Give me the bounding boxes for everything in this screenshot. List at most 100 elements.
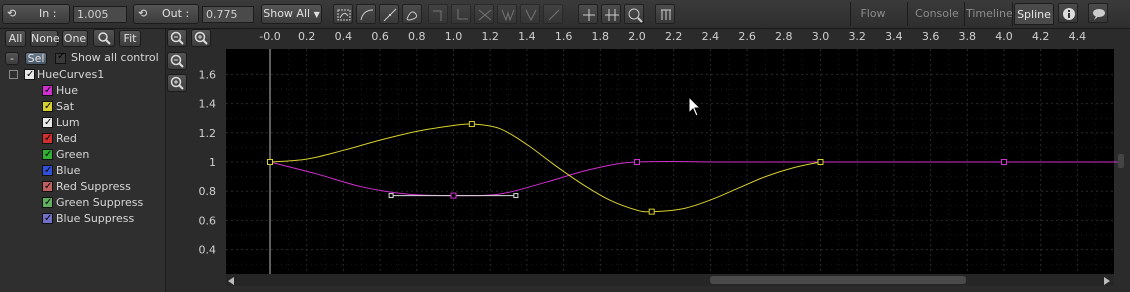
tree-item-label: Blue Suppress xyxy=(56,212,135,225)
out-value-field[interactable]: 0.775 xyxy=(202,6,254,23)
tree-item-label: Hue xyxy=(56,84,79,97)
shape-box-icon[interactable] xyxy=(520,4,540,24)
channel-checkbox[interactable] xyxy=(42,99,53,115)
add-point-icon[interactable] xyxy=(578,4,598,24)
rotate-icon: ⟲ xyxy=(7,7,17,20)
x-tick-label: 1.8 xyxy=(592,30,610,43)
spline-tree-panel: All None One Fit - Sel Show all control … xyxy=(0,29,166,292)
x-tick-label: 0.4 xyxy=(335,30,353,43)
step-out-icon[interactable] xyxy=(451,4,471,24)
x-tick-label: 2.4 xyxy=(702,30,720,43)
all-button[interactable]: All xyxy=(5,30,26,47)
channel-checkbox[interactable] xyxy=(42,179,53,195)
search-button[interactable] xyxy=(93,29,115,47)
sat-keyframe[interactable] xyxy=(267,159,273,165)
channel-checkbox[interactable] xyxy=(42,195,53,211)
follow-active-icon[interactable] xyxy=(655,4,675,24)
zoom-fit-icon[interactable] xyxy=(624,4,644,24)
tree-item-sat[interactable]: Sat xyxy=(0,99,166,115)
info-icon[interactable] xyxy=(1058,3,1078,23)
rotate-icon: ⟲ xyxy=(138,7,148,20)
tree-item-red[interactable]: Red xyxy=(0,131,166,147)
y-tick-label: 0.8 xyxy=(199,185,217,198)
channel-checkbox[interactable] xyxy=(42,131,53,147)
tab-console[interactable]: Console xyxy=(912,3,962,25)
x-tick-label: 4.4 xyxy=(1069,30,1087,43)
one-button[interactable]: One xyxy=(62,30,88,47)
hue-keyframe[interactable] xyxy=(1001,159,1007,165)
show-all-label: Show All xyxy=(263,7,311,20)
tree-item-label: Lum xyxy=(56,116,80,129)
reverse-icon[interactable] xyxy=(474,4,494,24)
x-tick-label: 0.2 xyxy=(298,30,316,43)
tab-flow[interactable]: Flow xyxy=(852,3,894,25)
vertical-scroll-handle[interactable] xyxy=(1118,154,1124,168)
x-tick-label: 3.8 xyxy=(959,30,977,43)
hue-keyframe[interactable] xyxy=(634,159,640,165)
chat-icon[interactable] xyxy=(1088,3,1108,23)
zoom-out-x-button[interactable] xyxy=(167,29,187,47)
align-icon[interactable] xyxy=(601,4,621,24)
x-tick-label: 1.4 xyxy=(518,30,536,43)
sat-keyframe[interactable] xyxy=(817,159,824,165)
channel-checkbox[interactable] xyxy=(42,83,53,99)
tree-item-green[interactable]: Green xyxy=(0,147,166,163)
x-tick-label: 3.4 xyxy=(885,30,903,43)
tree-item-label: Sat xyxy=(56,100,75,113)
time-stretch-icon[interactable] xyxy=(497,4,517,24)
root-checkbox[interactable] xyxy=(24,67,35,83)
x-tick-label: 4.2 xyxy=(1032,30,1050,43)
none-button[interactable]: None xyxy=(30,30,60,47)
set-value-icon[interactable] xyxy=(543,4,563,24)
select-keys-icon[interactable] xyxy=(333,4,353,24)
horizontal-scrollbar[interactable] xyxy=(226,274,1114,286)
in-value-field[interactable]: 1.005 xyxy=(73,6,127,23)
zoom-in-y-button[interactable] xyxy=(167,74,187,92)
channel-checkbox[interactable] xyxy=(42,147,53,163)
out-button[interactable]: ⟲ Out : xyxy=(133,4,199,24)
expand-toggle-icon[interactable] xyxy=(9,70,18,79)
x-tick-label: 1.2 xyxy=(481,30,499,43)
tree-item-hue[interactable]: Hue xyxy=(0,83,166,99)
zoom-out-y-button[interactable] xyxy=(167,52,187,70)
tree-item-red-suppress[interactable]: Red Suppress xyxy=(0,179,166,195)
zoom-in-icon xyxy=(194,31,208,45)
sat-keyframe[interactable] xyxy=(468,121,475,128)
spline-toolbar: ⟲ In : 1.005 ⟲ Out : 0.775 Show All ▼ Fl… xyxy=(0,0,1130,29)
scrollbar-thumb[interactable] xyxy=(710,276,966,284)
step-in-icon[interactable] xyxy=(428,4,448,24)
mouse-cursor-icon xyxy=(688,96,702,117)
in-button[interactable]: ⟲ In : xyxy=(2,4,70,24)
channel-checkbox[interactable] xyxy=(42,163,53,179)
tree-root-item[interactable]: HueCurves1 xyxy=(0,67,166,83)
hue-keyframe[interactable] xyxy=(450,192,457,199)
sel-button[interactable]: Sel xyxy=(25,52,47,65)
hue-tangent-handle[interactable] xyxy=(513,193,519,199)
channel-checkbox[interactable] xyxy=(42,211,53,227)
sat-keyframe[interactable] xyxy=(648,208,655,215)
hue-tangent-handle[interactable] xyxy=(388,193,394,199)
tree-item-blue-suppress[interactable]: Blue Suppress xyxy=(0,211,166,227)
x-tick-label: 3.2 xyxy=(848,30,866,43)
fit-button[interactable]: Fit xyxy=(119,30,141,47)
linear-icon[interactable] xyxy=(379,4,399,24)
collapse-button[interactable]: - xyxy=(5,52,19,65)
scroll-left-icon[interactable] xyxy=(226,276,236,286)
tree-item-blue[interactable]: Blue xyxy=(0,163,166,179)
show-all-dropdown[interactable]: Show All ▼ xyxy=(261,4,322,24)
tree-item-lum[interactable]: Lum xyxy=(0,115,166,131)
zoom-out-icon xyxy=(170,31,184,45)
x-tick-label: 0.6 xyxy=(371,30,389,43)
tree-item-green-suppress[interactable]: Green Suppress xyxy=(0,195,166,211)
scroll-right-icon[interactable] xyxy=(1102,276,1112,286)
tab-timeline[interactable]: Timeline xyxy=(966,3,1013,25)
tree-item-label: Green xyxy=(56,148,90,161)
x-tick-label: 2.2 xyxy=(665,30,683,43)
smooth-curve-icon[interactable] xyxy=(356,4,376,24)
channel-checkbox[interactable] xyxy=(42,115,53,131)
show-all-control-checkbox[interactable] xyxy=(55,51,66,64)
zoom-in-x-button[interactable] xyxy=(191,29,211,47)
tab-spline[interactable]: Spline xyxy=(1014,3,1054,25)
loop-icon[interactable] xyxy=(402,4,422,24)
y-tick-label: 0.6 xyxy=(199,214,217,227)
